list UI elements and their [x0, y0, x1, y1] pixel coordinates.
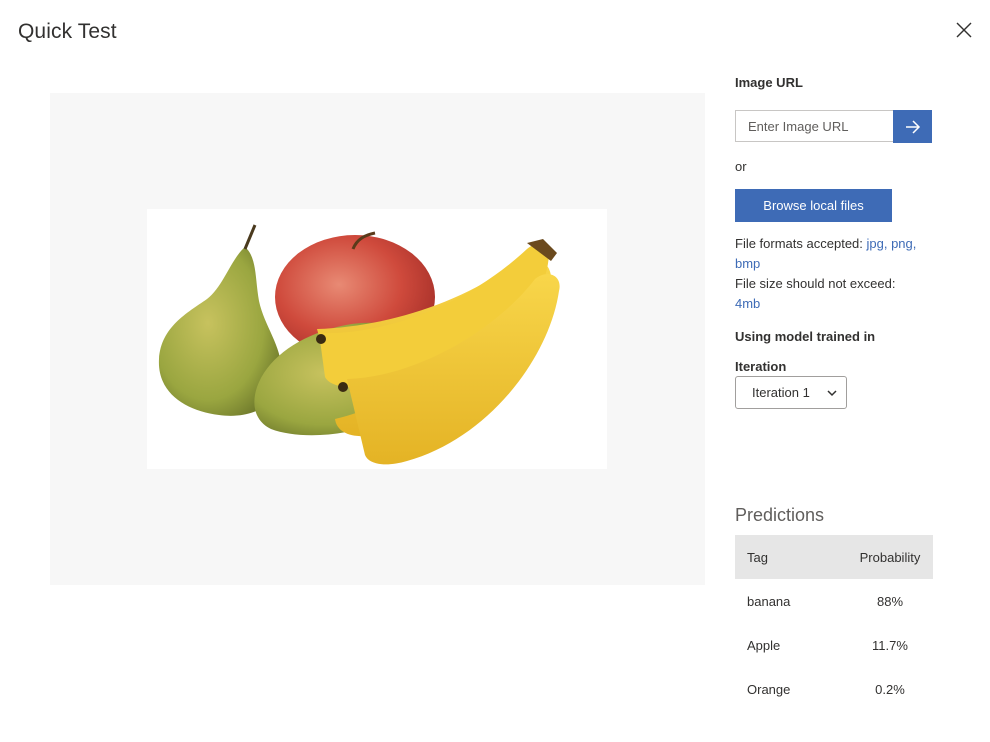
predictions-header-row: Tag Probability — [735, 535, 933, 579]
browse-local-files-button[interactable]: Browse local files — [735, 189, 892, 222]
prediction-probability: 0.2% — [875, 681, 905, 697]
prediction-probability: 11.7% — [872, 637, 908, 653]
iteration-selected-value: Iteration 1 — [752, 385, 810, 400]
chevron-down-icon — [827, 390, 837, 397]
file-formats-label: File formats accepted: — [735, 236, 867, 251]
close-button[interactable] — [950, 16, 978, 44]
iteration-dropdown[interactable]: Iteration 1 — [735, 376, 847, 409]
file-size-label: File size should not exceed: — [735, 276, 896, 291]
close-icon — [956, 22, 972, 38]
predictions-table: Tag Probability banana 88% Apple 11.7% O… — [735, 535, 933, 711]
iteration-label: Iteration — [735, 359, 787, 374]
submit-url-button[interactable] — [893, 110, 932, 143]
prediction-probability: 88% — [876, 593, 904, 609]
table-row: Apple 11.7% — [735, 623, 933, 667]
file-formats-info: File formats accepted: jpg, png, bmp — [735, 234, 935, 274]
file-formats-list-cont: bmp — [735, 256, 761, 271]
image-url-input[interactable] — [735, 110, 893, 142]
dialog-title: Quick Test — [18, 20, 117, 43]
file-size-limit: 4mb — [735, 296, 761, 311]
image-url-label: Image URL — [735, 75, 803, 90]
predictions-title: Predictions — [735, 505, 825, 525]
prediction-tag: Apple — [747, 637, 781, 653]
arrow-right-icon — [905, 119, 920, 134]
file-formats-list: jpg, png, — [866, 236, 917, 251]
table-row: Orange 0.2% — [735, 667, 933, 711]
column-header-tag: Tag — [735, 535, 847, 579]
prediction-tag: banana — [747, 593, 791, 609]
quick-test-dialog: Quick Test Image URL Enter Image URL or … — [0, 0, 990, 742]
or-separator: or — [735, 159, 747, 174]
file-size-info: File size should not exceed: 4mb — [735, 274, 935, 314]
prediction-tag: Orange — [747, 681, 791, 697]
column-header-probability: Probability — [847, 535, 933, 579]
model-label: Using model trained in — [735, 329, 876, 344]
test-image — [147, 209, 607, 469]
image-preview-panel — [50, 93, 705, 585]
table-row: banana 88% — [735, 579, 933, 623]
